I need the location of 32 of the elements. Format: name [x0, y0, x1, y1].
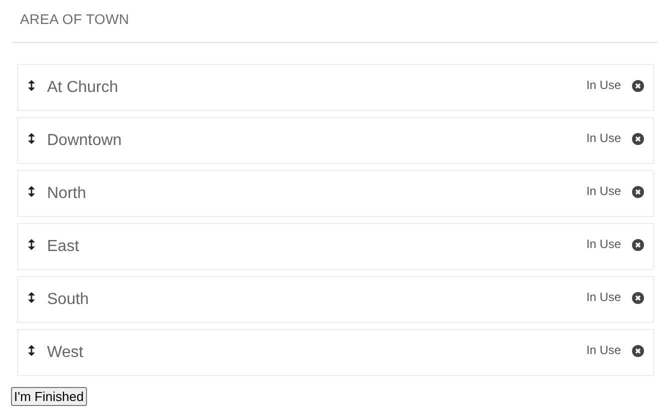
item-label: South [47, 290, 90, 308]
sort-icon[interactable] [28, 239, 35, 250]
remove-icon[interactable] [632, 186, 644, 198]
remove-icon[interactable] [632, 292, 644, 304]
status-label: In Use [586, 290, 621, 304]
list-item[interactable]: East In Use [17, 223, 654, 270]
remove-icon[interactable] [632, 133, 644, 145]
finish-button[interactable]: I'm Finished [11, 387, 87, 406]
sort-icon[interactable] [28, 80, 35, 91]
list-item[interactable]: Downtown In Use [17, 117, 654, 164]
status-label: In Use [586, 131, 621, 145]
remove-icon[interactable] [632, 80, 644, 92]
item-label: At Church [47, 78, 120, 96]
status-label: In Use [586, 78, 621, 92]
item-label: East [47, 238, 80, 256]
item-label: Downtown [47, 132, 123, 150]
status-label: In Use [586, 184, 621, 198]
list-item[interactable]: South In Use [17, 276, 654, 323]
item-label: West [47, 344, 84, 362]
list-item[interactable]: West In Use [17, 329, 654, 376]
status-label: In Use [586, 343, 621, 357]
sort-icon[interactable] [28, 186, 35, 197]
sort-icon[interactable] [28, 133, 35, 144]
remove-icon[interactable] [632, 239, 644, 251]
sort-icon[interactable] [28, 345, 35, 356]
section-title: AREA OF TOWN [20, 11, 130, 27]
item-label: North [47, 184, 88, 202]
sort-icon[interactable] [28, 292, 35, 303]
remove-icon[interactable] [632, 345, 644, 357]
list-item[interactable]: At Church In Use [17, 64, 654, 111]
list-item[interactable]: North In Use [17, 170, 654, 217]
status-label: In Use [586, 237, 621, 251]
